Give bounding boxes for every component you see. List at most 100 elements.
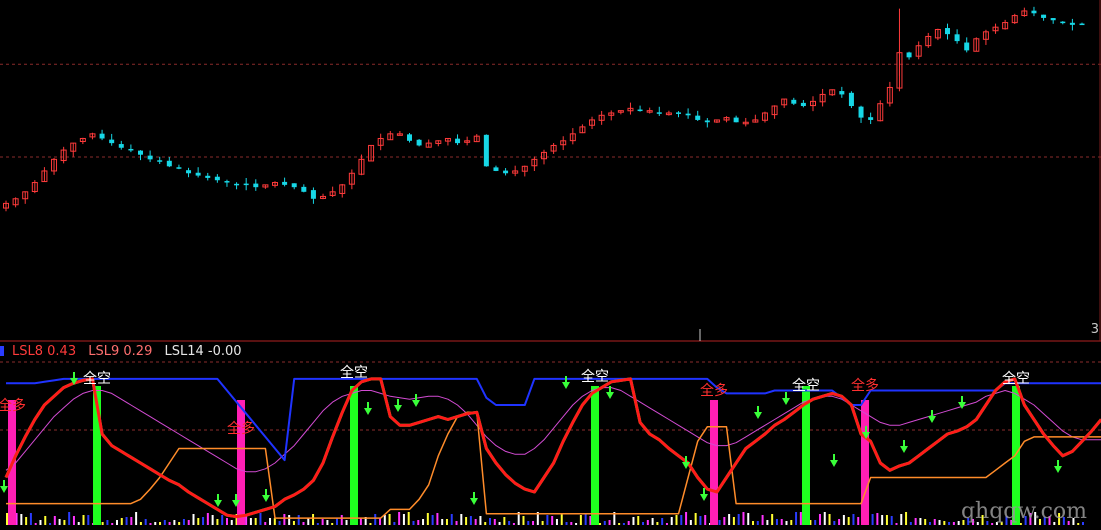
volume-bar	[469, 516, 472, 525]
volume-bar	[555, 519, 558, 525]
volume-bar	[312, 514, 315, 525]
volume-bar	[780, 519, 783, 525]
volume-bar	[154, 522, 157, 525]
candle-body-down	[676, 112, 681, 114]
volume-bar	[627, 521, 630, 525]
volume-bar	[269, 518, 272, 525]
candle-body-down	[243, 183, 249, 186]
volume-bar	[790, 520, 793, 525]
candle-body-down	[138, 150, 143, 155]
candle-body-down	[695, 115, 701, 120]
volume-bar	[857, 517, 860, 525]
axis-tag: 3	[1090, 322, 1099, 337]
volume-bar	[833, 521, 836, 525]
down-arrow-icon	[1054, 460, 1062, 473]
volume-bar	[144, 519, 147, 525]
volume-bar	[431, 515, 434, 525]
volume-bar	[249, 518, 252, 525]
volume-bar	[737, 514, 740, 525]
candle-body-down	[1050, 18, 1056, 21]
volume-bar	[642, 522, 645, 525]
volume-bar	[838, 519, 841, 525]
volume-bar	[101, 522, 104, 525]
volume-bar	[369, 523, 372, 525]
volume-bar	[646, 520, 649, 525]
volume-bar	[130, 517, 133, 525]
long-signal-label: 全多	[0, 397, 26, 414]
legend-lsl14: LSL14 -0.00	[164, 344, 242, 359]
volume-bar	[747, 513, 750, 525]
volume-bar	[202, 517, 205, 525]
candle-body-down	[945, 28, 950, 35]
candle-body-down	[800, 102, 806, 107]
volume-bar	[216, 519, 219, 525]
volume-bar	[948, 522, 951, 525]
candle-body-down	[637, 109, 643, 112]
down-arrow-icon	[470, 492, 478, 505]
volume-bar	[245, 516, 248, 525]
long-signal-label: 全多	[700, 382, 728, 399]
short-signal-bar	[350, 386, 358, 525]
volume-bar	[512, 523, 515, 525]
volume-bar	[321, 519, 324, 525]
volume-bar	[952, 522, 955, 525]
volume-bar	[876, 513, 879, 525]
down-arrow-icon	[754, 406, 762, 419]
volume-bar	[273, 518, 276, 525]
volume-bar	[335, 518, 338, 525]
volume-bar	[484, 522, 487, 525]
volume-bar	[852, 514, 855, 525]
candle-body-down	[205, 175, 211, 178]
down-arrow-icon	[0, 480, 8, 493]
volume-bar	[603, 521, 606, 525]
volume-bar	[933, 519, 936, 525]
volume-bar	[283, 514, 286, 525]
volume-bar	[924, 519, 927, 525]
volume-bar	[771, 514, 774, 525]
watermark: qhqqw.com	[960, 499, 1087, 524]
volume-bar	[211, 515, 214, 525]
down-arrow-icon	[412, 394, 420, 407]
green-line	[4, 377, 1101, 519]
volume-bar	[732, 517, 735, 525]
volume-bar	[374, 514, 377, 525]
candle-body-down	[253, 183, 259, 188]
volume-bar	[723, 517, 726, 525]
short-signal-label: 全空	[1002, 370, 1030, 387]
long-signal-label: 全多	[851, 377, 879, 394]
candle-body-down	[954, 34, 960, 42]
volume-bar	[115, 520, 118, 525]
candle-body-down	[503, 170, 509, 174]
signal-arrows	[0, 372, 1062, 507]
volume-bar	[522, 516, 525, 525]
volume-bar	[163, 520, 166, 525]
short-signal-bar	[591, 386, 599, 525]
volume-bar	[139, 522, 142, 525]
volume-bar	[823, 512, 826, 525]
down-arrow-icon	[782, 392, 790, 405]
volume-bar	[546, 515, 549, 525]
volume-bar	[307, 518, 310, 525]
volume-bar	[608, 520, 611, 525]
volume-bar	[637, 516, 640, 525]
volume-bar	[532, 521, 535, 525]
volume-bar	[689, 520, 692, 525]
candle-body-down	[157, 160, 163, 162]
candle-body-down	[301, 186, 307, 192]
volume-bar	[900, 514, 903, 525]
candlestick-series	[3, 6, 1085, 212]
candle-body-down	[685, 113, 691, 116]
volume-bar	[584, 513, 587, 525]
volume-bar	[565, 522, 568, 525]
indicator-grid	[0, 361, 1101, 431]
indicator-legend: LSL8 0.43 LSL9 0.29 LSL14 -0.00	[12, 344, 250, 359]
candle-body-down	[704, 120, 710, 123]
volume-bar	[379, 518, 382, 525]
volume-bar	[752, 521, 755, 525]
volume-bar	[799, 512, 802, 525]
candle-body-down	[118, 144, 124, 148]
volume-bar	[685, 512, 688, 525]
volume-bar	[704, 515, 707, 525]
volume-bar	[694, 513, 697, 525]
volume-bar	[766, 520, 769, 525]
